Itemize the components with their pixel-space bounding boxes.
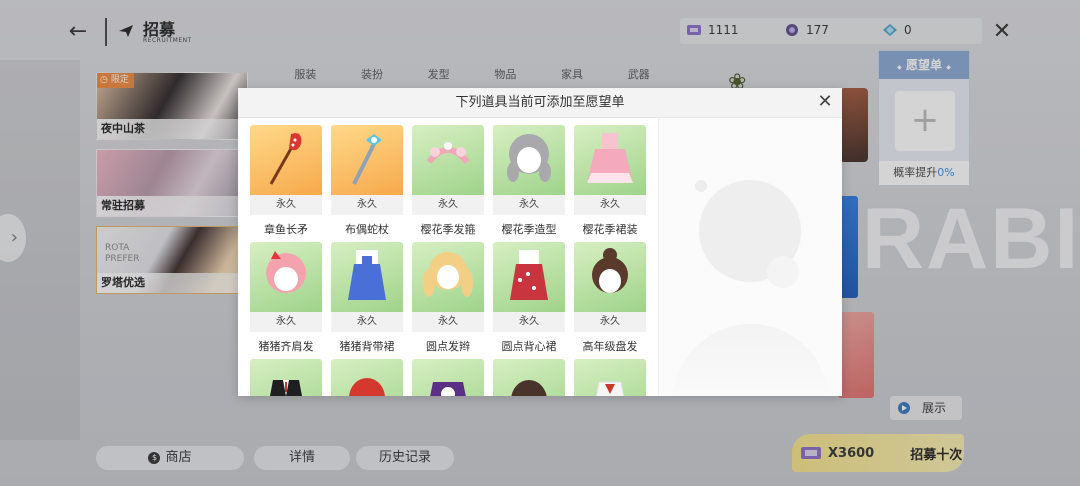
wishlist-item[interactable]: 永久 猪猪齐肩发 [250,242,322,354]
hair-red-icon [342,372,392,396]
item-duration: 永久 [574,312,646,332]
item-thumbnail [331,242,403,312]
wishlist-item[interactable] [493,359,565,396]
wishlist-item[interactable]: 永久 布偶蛇杖 [331,125,403,237]
item-thumbnail [574,242,646,312]
item-thumbnail [412,125,484,195]
item-thumbnail [412,242,484,312]
item-name: 布偶蛇杖 [345,223,389,236]
spear-icon [263,128,309,192]
dress-pink-icon [585,129,635,191]
item-thumbnail [250,242,322,312]
item-duration: 永久 [412,312,484,332]
wishlist-item[interactable]: 永久 高年级盘发 [574,242,646,354]
item-thumbnail [331,359,403,396]
preview-placeholder-body [673,324,829,396]
item-name: 猪猪齐肩发 [258,340,314,353]
modal-close-button[interactable]: ✕ [816,93,834,111]
dress-blue-icon [342,246,392,308]
wishlist-item[interactable]: 永久 圆点背心裙 [493,242,565,354]
item-name: 圆点背心裙 [501,340,557,353]
outfit-white-icon [585,372,635,396]
wishlist-item[interactable]: 永久 樱花季裙装 [574,125,646,237]
item-name: 樱花季裙装 [582,223,638,236]
item-duration: 永久 [493,195,565,215]
item-thumbnail [574,359,646,396]
item-thumbnail [331,125,403,195]
staff-icon [344,128,390,192]
item-duration: 永久 [412,195,484,215]
item-duration: 永久 [493,312,565,332]
item-thumbnail [412,359,484,396]
wishlist-item[interactable]: 永久 章鱼长矛 [250,125,322,237]
wishlist-add-modal: 下列道具当前可添加至愿望单 ✕ 永久 章鱼长矛 永久 布偶蛇杖 永久 樱花季发箍 永久 樱花季… [238,88,842,396]
hair-pink-icon [261,247,311,307]
wishlist-item[interactable] [574,359,646,396]
item-thumbnail [250,125,322,195]
wishlist-item[interactable]: 永久 樱花季发箍 [412,125,484,237]
item-name: 高年级盘发 [582,340,638,353]
wishlist-item[interactable] [331,359,403,396]
wishlist-item[interactable]: 永久 圆点发辫 [412,242,484,354]
hair-brown-icon [504,372,554,396]
item-duration: 永久 [250,195,322,215]
item-thumbnail [250,359,322,396]
item-thumbnail [574,125,646,195]
item-duration: 永久 [574,195,646,215]
item-grid: 永久 章鱼长矛 永久 布偶蛇杖 永久 樱花季发箍 永久 樱花季造型 永久 樱花季裙装 永久 猪猪齐肩发… [250,125,656,396]
item-duration: 永久 [331,312,403,332]
hair-grey-icon [504,130,554,190]
item-duration: 永久 [250,312,322,332]
coat-black-icon [261,372,311,396]
dress-red-icon [504,246,554,308]
item-name: 圆点发辫 [426,340,470,353]
wishlist-item[interactable]: 永久 猪猪背带裙 [331,242,403,354]
wishlist-item[interactable]: 永久 樱花季造型 [493,125,565,237]
preview-placeholder-dot [695,180,707,192]
modal-title: 下列道具当前可添加至愿望单 [238,88,842,118]
item-name: 樱花季造型 [501,223,557,236]
hair-bun-icon [585,247,635,307]
item-name: 樱花季发箍 [420,223,476,236]
wishlist-item[interactable] [250,359,322,396]
item-duration: 永久 [331,195,403,215]
preview-placeholder-dot [767,256,799,288]
hair-blonde-icon [421,247,475,307]
item-name: 章鱼长矛 [264,223,308,236]
shirt-purple-icon [423,372,473,396]
item-thumbnail [493,359,565,396]
item-preview [658,118,842,396]
item-thumbnail [493,125,565,195]
item-name: 猪猪背带裙 [339,340,395,353]
wishlist-item[interactable] [412,359,484,396]
close-icon: ✕ [817,91,833,112]
item-thumbnail [493,242,565,312]
headband-icon [423,138,473,182]
